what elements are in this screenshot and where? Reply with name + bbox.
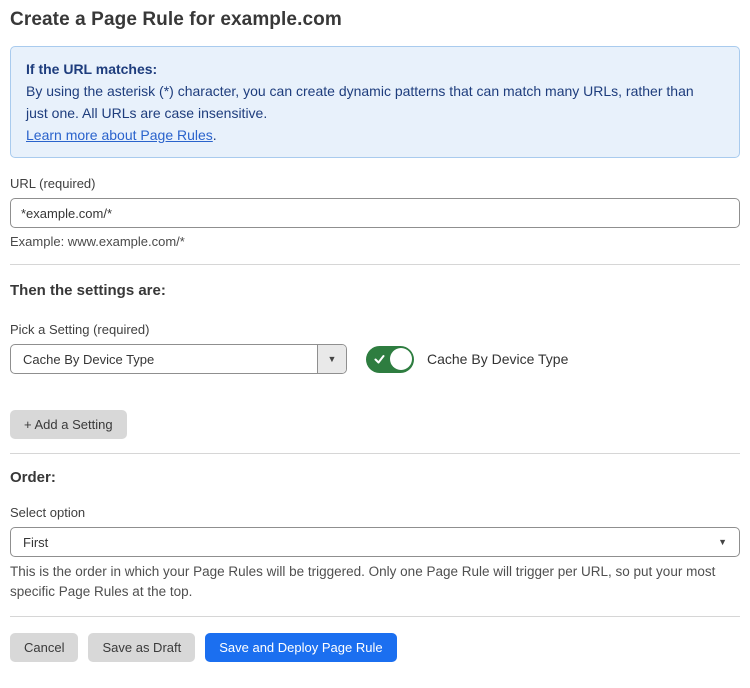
save-and-deploy-button[interactable]: Save and Deploy Page Rule [205,633,396,662]
cancel-button[interactable]: Cancel [10,633,78,662]
order-select-label: Select option [10,505,740,521]
link-suffix: . [213,127,217,143]
setting-select-arrow-button[interactable]: ▼ [317,345,346,373]
create-page-rule-form: Create a Page Rule for example.com If th… [0,0,750,686]
url-field-label: URL (required) [10,176,740,192]
add-setting-button[interactable]: + Add a Setting [10,410,127,439]
info-box-link-line: Learn more about Page Rules. [26,124,724,146]
learn-more-page-rules-link[interactable]: Learn more about Page Rules [26,127,213,143]
cache-device-type-toggle[interactable] [366,346,414,373]
check-icon [373,353,386,371]
setting-row: Cache By Device Type ▼ Cache By Device T… [10,344,740,374]
url-input[interactable] [10,198,740,228]
settings-section-heading: Then the settings are: [10,281,740,300]
section-divider [10,264,740,265]
order-select-value: First [23,535,48,550]
footer-actions: Cancel Save as Draft Save and Deploy Pag… [10,633,740,662]
chevron-down-icon: ▼ [328,355,337,364]
save-as-draft-button[interactable]: Save as Draft [88,633,195,662]
order-section-heading: Order: [10,468,740,487]
url-match-info-box: If the URL matches: By using the asteris… [10,46,740,158]
info-box-heading: If the URL matches: [26,58,724,80]
toggle-knob [390,348,412,370]
url-example-helper: Example: www.example.com/* [10,234,740,250]
chevron-down-icon: ▼ [718,538,727,547]
setting-select[interactable]: Cache By Device Type ▼ [10,344,347,374]
pick-setting-label: Pick a Setting (required) [10,322,740,338]
order-helper-text: This is the order in which your Page Rul… [10,562,734,602]
toggle-setting-label: Cache By Device Type [427,351,568,367]
section-divider [10,453,740,454]
footer-divider [10,616,740,617]
info-box-body: By using the asterisk (*) character, you… [26,80,706,124]
setting-select-value: Cache By Device Type [11,345,317,373]
order-select[interactable]: First ▼ [10,527,740,557]
page-title: Create a Page Rule for example.com [10,8,740,32]
